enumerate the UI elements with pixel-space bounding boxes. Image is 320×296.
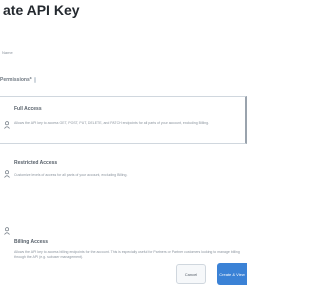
- option-description: Customize levels of access for all parts…: [14, 173, 128, 177]
- option-title: Restricted Access: [14, 160, 58, 166]
- permissions-header: Permissions*: [0, 73, 36, 87]
- name-field-label: Name: [2, 50, 13, 55]
- page-title: ate API Key: [3, 2, 80, 18]
- user-icon: [4, 170, 10, 178]
- option-title: Billing Access: [14, 239, 48, 245]
- option-full-access[interactable]: Full Access Allows the API key to access…: [0, 96, 247, 144]
- option-description: Allows the API key to access GET, POST, …: [14, 121, 209, 125]
- option-billing-access[interactable]: Billing Access Allows the API key to acc…: [0, 206, 247, 259]
- option-title: Full Access: [14, 106, 42, 112]
- permissions-label: Permissions*: [0, 77, 32, 83]
- create-and-view-button[interactable]: Create & View: [217, 263, 247, 285]
- user-icon: [4, 227, 10, 235]
- option-restricted-access[interactable]: Restricted Access Customize levels of ac…: [0, 152, 247, 200]
- info-icon[interactable]: [33, 77, 36, 83]
- user-icon: [4, 121, 10, 129]
- option-description: Allows the API key to access billing end…: [14, 250, 240, 259]
- cancel-button[interactable]: Cancel: [176, 264, 206, 284]
